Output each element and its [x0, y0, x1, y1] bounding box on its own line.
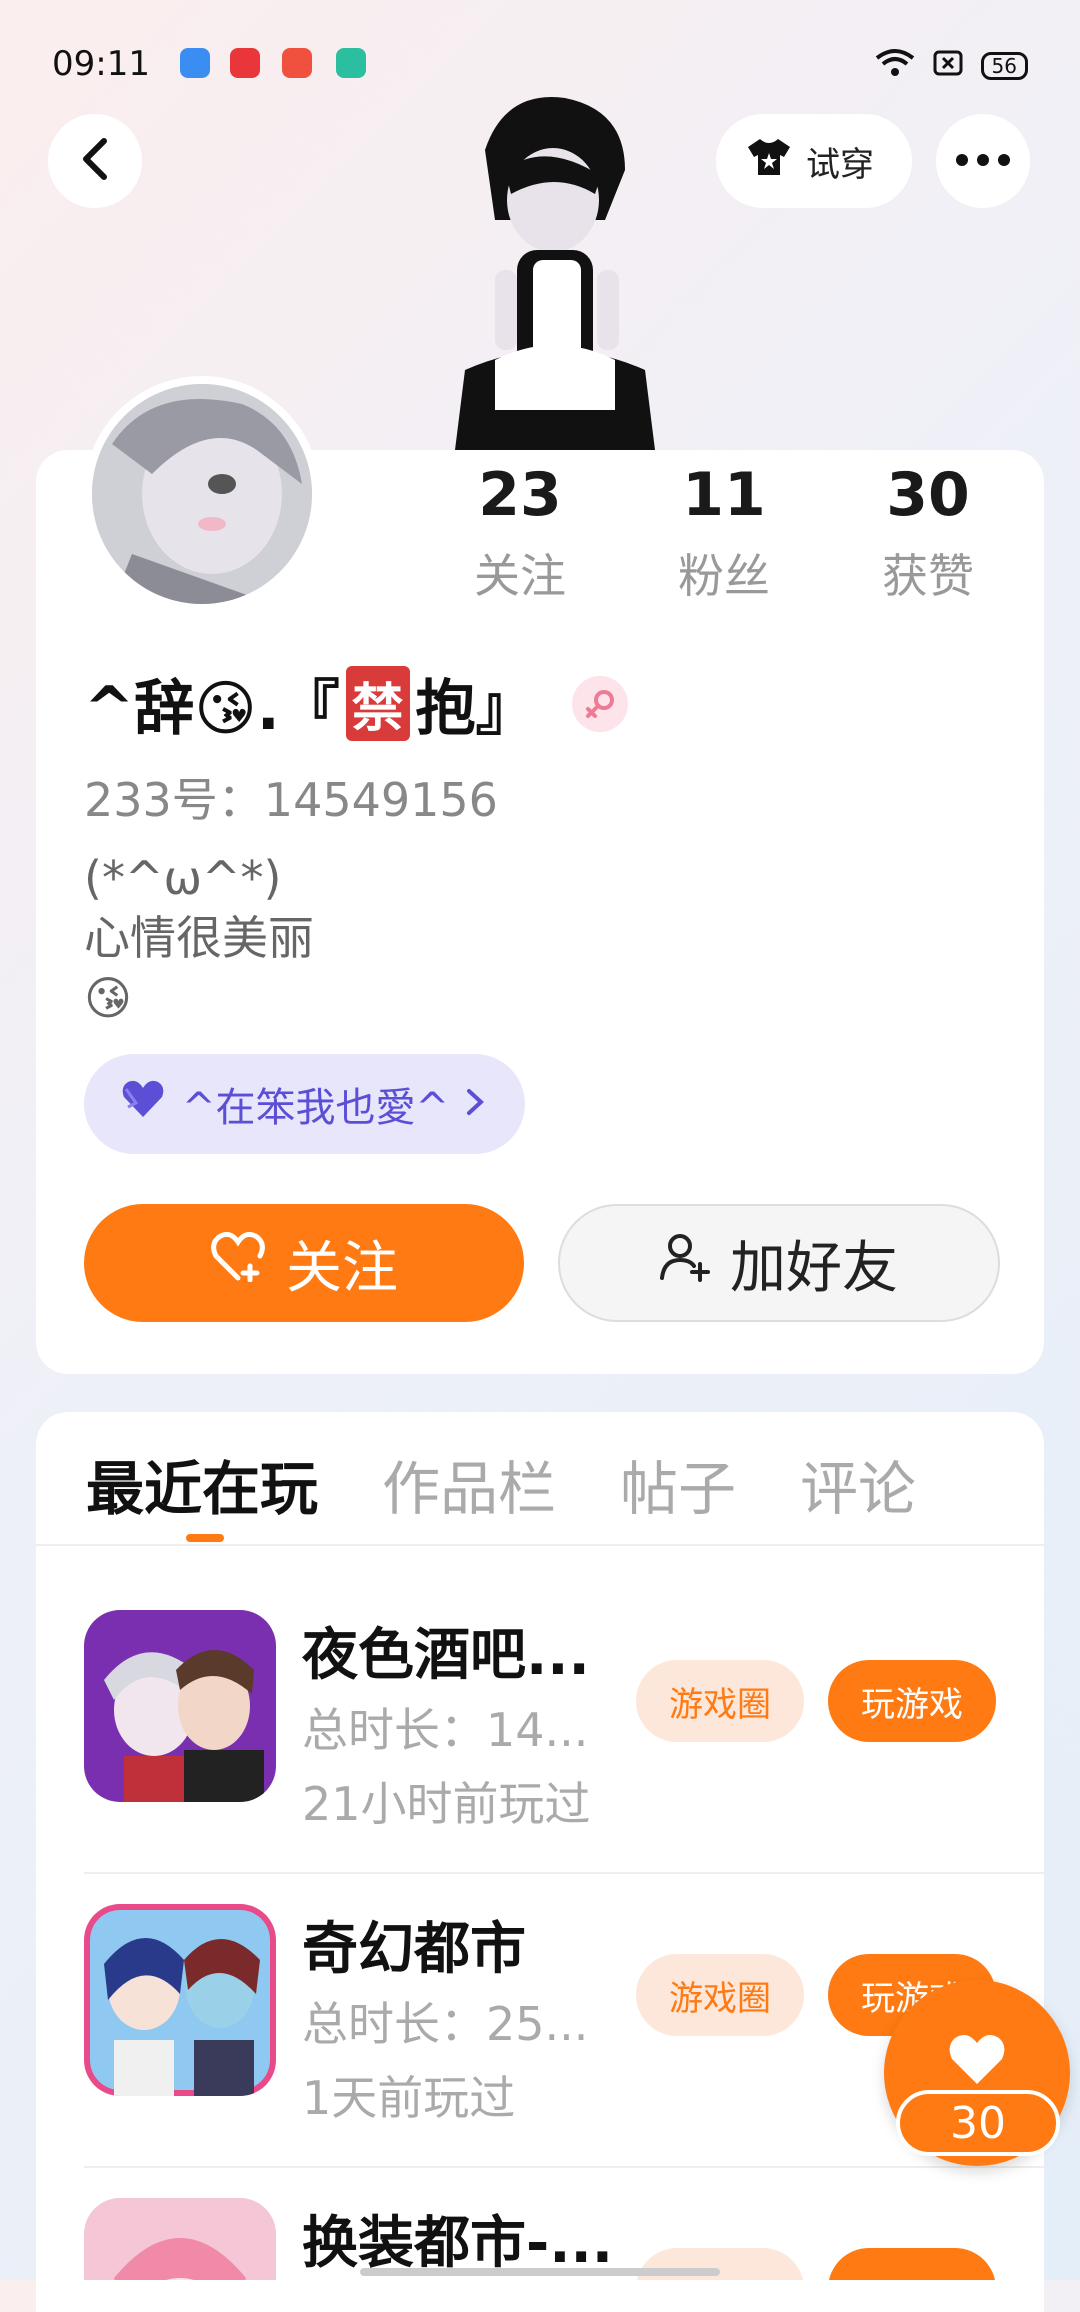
- profile-bio: (*^ω^*) 心情很美丽 😘: [84, 848, 314, 1028]
- stat-value: 11: [682, 460, 766, 530]
- stat-label: 粉丝: [678, 549, 770, 603]
- stat-likes[interactable]: 30 获赞: [838, 460, 1018, 606]
- heart-plus-icon: [210, 1231, 266, 1296]
- nickname-prefix: ^辞😘.『: [84, 674, 340, 744]
- chevron-left-icon: [78, 137, 112, 185]
- tab-comments[interactable]: 评论: [800, 1442, 916, 1526]
- like-count: 30: [896, 2090, 1060, 2156]
- app-notification-icon: [180, 48, 210, 78]
- game-icon: [84, 1610, 276, 1802]
- play-game-button[interactable]: 玩游戏: [828, 1660, 996, 1742]
- stat-value: 23: [478, 460, 562, 530]
- game-name: 奇幻都市: [302, 1917, 526, 1982]
- try-on-label: 试穿: [806, 144, 874, 185]
- game-last-played: 1天前玩过: [302, 2071, 516, 2125]
- game-circle-button[interactable]: 游戏圈: [636, 1660, 804, 1742]
- female-icon: [571, 675, 628, 732]
- bio-line: (*^ω^*): [84, 851, 282, 905]
- stat-followers[interactable]: 11 粉丝: [634, 460, 814, 606]
- game-duration: 总时长：25...: [302, 1997, 589, 2051]
- relationship-tag[interactable]: ^在笨我也愛^: [84, 1054, 526, 1154]
- nickname-suffix: 抱』: [415, 674, 536, 744]
- heart-icon: [120, 1079, 166, 1129]
- chevron-right-icon: [465, 1081, 485, 1127]
- more-icon: [955, 152, 1011, 171]
- active-tab-indicator: [186, 1534, 224, 1542]
- game-icon: [84, 1904, 276, 2096]
- more-button[interactable]: [936, 114, 1030, 208]
- avatar[interactable]: [84, 376, 320, 612]
- nickname-ban-badge: 禁: [345, 666, 410, 741]
- add-user-icon: [660, 1231, 710, 1296]
- game-icon: [84, 2198, 276, 2280]
- add-friend-label: 加好友: [730, 1235, 898, 1301]
- game-name: 换装都市-...: [302, 2211, 614, 2276]
- game-duration: 总时长：14...: [302, 1703, 589, 1757]
- music-app-icon: [282, 48, 312, 78]
- chat-app-icon: [336, 48, 366, 78]
- game-circle-button[interactable]: 游戏圈: [636, 1954, 804, 2036]
- bio-line: 心情很美丽: [84, 911, 314, 965]
- back-button[interactable]: [48, 114, 142, 208]
- game-list-item[interactable]: 夜色酒吧... 总时长：14... 21小时前玩过 游戏圈 玩游戏: [84, 1580, 1044, 1874]
- heart-icon: [946, 2032, 1008, 2090]
- add-friend-button[interactable]: 加好友: [558, 1204, 1000, 1322]
- tab-recently-played[interactable]: 最近在玩: [86, 1442, 318, 1526]
- stat-label: 关注: [474, 549, 566, 603]
- divider: [36, 1544, 1044, 1546]
- follow-label: 关注: [286, 1235, 398, 1301]
- game-last-played: 21小时前玩过: [302, 1777, 591, 1831]
- game-name: 夜色酒吧...: [302, 1623, 590, 1688]
- home-indicator[interactable]: [360, 2268, 720, 2276]
- sim-icon: [933, 50, 963, 82]
- game-list-item[interactable]: 换装都市-...: [84, 2168, 1044, 2280]
- shirt-icon: [746, 137, 792, 186]
- stat-value: 30: [886, 460, 970, 530]
- tab-posts[interactable]: 帖子: [620, 1442, 736, 1526]
- profile-tabs: 最近在玩 作品栏 帖子 评论: [86, 1442, 916, 1526]
- stat-label: 获赞: [882, 549, 974, 603]
- profile-nickname: ^辞😘.『 禁 抱』: [84, 660, 628, 747]
- bio-line: 😘: [84, 971, 132, 1025]
- follow-button[interactable]: 关注: [84, 1204, 524, 1322]
- tab-works[interactable]: 作品栏: [382, 1442, 556, 1526]
- avatar-3d-figure[interactable]: [425, 90, 665, 450]
- status-time: 09:11: [52, 44, 150, 84]
- stat-following[interactable]: 23 关注: [430, 460, 610, 606]
- play-game-button[interactable]: [828, 2248, 996, 2280]
- try-on-button[interactable]: 试穿: [716, 114, 912, 208]
- user-id: 233号：14549156: [84, 773, 498, 827]
- relationship-tag-label: ^在笨我也愛^: [182, 1085, 450, 1131]
- status-indicators: 56: [875, 48, 1028, 84]
- app-notification-icon: [230, 48, 260, 78]
- battery-indicator: 56: [980, 52, 1028, 80]
- wifi-icon: [875, 48, 915, 84]
